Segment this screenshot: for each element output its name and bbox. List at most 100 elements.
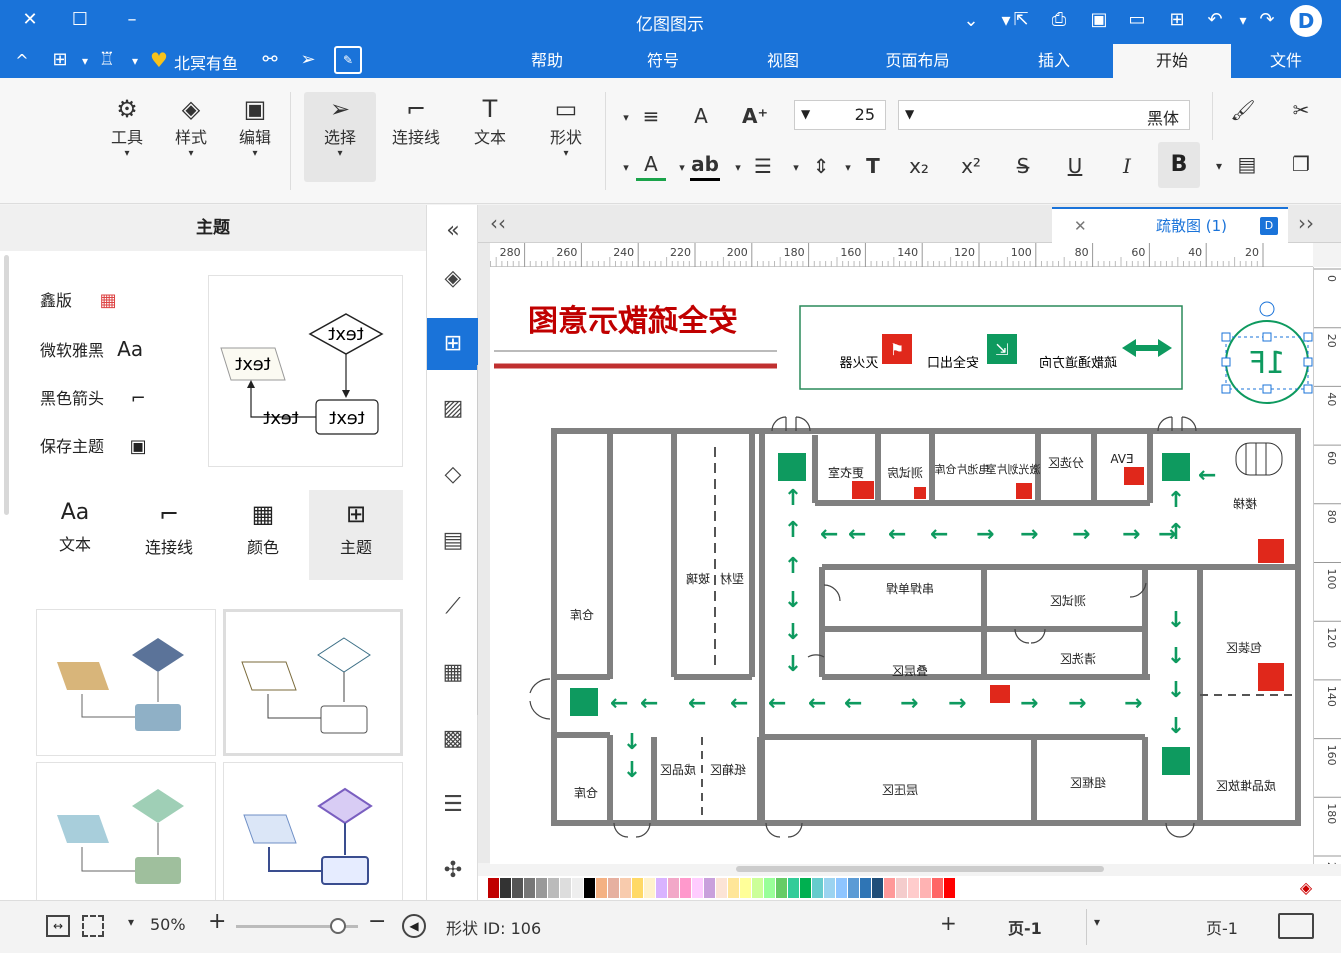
color-swatch[interactable] (728, 878, 739, 898)
color-swatch[interactable] (704, 878, 715, 898)
align-icon[interactable]: ≡ (636, 102, 666, 130)
chevron-down-icon[interactable]: ⌄ (960, 10, 982, 32)
color-swatch[interactable] (620, 878, 631, 898)
close-icon[interactable]: ✕ (1074, 209, 1087, 243)
color-swatch[interactable] (668, 878, 679, 898)
new-file-icon[interactable]: ⊞ (1166, 9, 1188, 31)
page-view-icon[interactable] (1278, 913, 1314, 939)
color-swatch[interactable] (860, 878, 871, 898)
outline-icon[interactable]: ☰ (427, 779, 479, 831)
color-swatch[interactable] (716, 878, 727, 898)
page-dropdown-icon[interactable]: ▾ (1094, 915, 1100, 929)
dropdown-icon[interactable]: ▾ (842, 154, 854, 182)
theme-option-brand[interactable]: 鑫版 ▦ (40, 287, 123, 311)
horizontal-scrollbar[interactable] (736, 866, 1104, 872)
color-swatch[interactable] (488, 878, 499, 898)
align-dropdown-icon[interactable]: ▾ (620, 104, 632, 132)
document-tab[interactable]: ✕ 疏散图 (1) D (1052, 207, 1288, 243)
minimize-icon[interactable]: – (120, 9, 144, 31)
color-swatch[interactable] (644, 878, 655, 898)
menu-tab-page-layout[interactable]: 页面布局 (855, 44, 980, 78)
color-swatch[interactable] (608, 878, 619, 898)
theme-swatch[interactable] (36, 609, 216, 756)
color-swatch[interactable] (788, 878, 799, 898)
color-swatch[interactable] (536, 878, 547, 898)
save-theme-button[interactable]: 保存主题 ▣ (40, 433, 153, 457)
color-swatch[interactable] (752, 878, 763, 898)
collapse-ribbon-icon[interactable]: ^ (12, 50, 32, 72)
color-swatch[interactable] (584, 878, 595, 898)
redo-icon[interactable]: ↷ (1256, 9, 1278, 31)
zoom-out-icon[interactable]: − (368, 909, 386, 934)
font-size-select[interactable]: ▼ 25 (794, 100, 886, 130)
mindmap-icon[interactable]: ✣ (427, 845, 479, 897)
cut-icon[interactable]: ✂ (1286, 96, 1316, 124)
color-swatch[interactable] (500, 878, 511, 898)
export-icon[interactable]: ⇱ (1010, 9, 1032, 31)
color-swatch[interactable] (560, 878, 571, 898)
current-page-tab[interactable]: 页-1 (1008, 915, 1042, 939)
style-button[interactable]: ◈ 样式 ▾ (160, 94, 222, 159)
page-indicator[interactable]: 页-1 (1206, 915, 1238, 939)
fill-icon[interactable]: ◈ (427, 253, 479, 305)
zoom-level[interactable]: 50% (150, 915, 186, 934)
copy-icon[interactable]: ❐ (1286, 150, 1316, 178)
layers-icon[interactable]: ◇ (427, 449, 479, 501)
play-icon[interactable]: ◀ (402, 914, 426, 938)
theme-swatch[interactable] (223, 609, 403, 756)
fill-color-icon[interactable]: ◈ (1296, 878, 1316, 898)
color-swatch[interactable] (824, 878, 835, 898)
zoom-slider-thumb[interactable] (330, 918, 346, 934)
color-swatch[interactable] (632, 878, 643, 898)
text-style-icon[interactable]: T (858, 152, 888, 180)
font-family-select[interactable]: ▼ 黑体 (898, 100, 1190, 130)
line-spacing-icon[interactable]: ⇕ (806, 152, 836, 180)
color-swatch[interactable] (740, 878, 751, 898)
share-icon[interactable]: ⚯ (258, 49, 282, 71)
color-swatch[interactable] (884, 878, 895, 898)
undo-icon[interactable]: ↶ (1204, 9, 1226, 31)
publish-icon[interactable]: ✎ (334, 46, 362, 74)
dropdown-icon[interactable]: ▾ (128, 50, 142, 72)
decrease-font-icon[interactable]: A (686, 102, 716, 130)
dropdown-icon[interactable]: ▾ (620, 154, 632, 182)
tab-connector[interactable]: ⌐ 连接线 (122, 490, 216, 580)
open-folder-icon[interactable]: ▭ (1126, 9, 1148, 31)
font-color-icon[interactable]: A (636, 150, 666, 181)
save-icon[interactable]: ▣ (1088, 9, 1110, 31)
color-swatch[interactable] (920, 878, 931, 898)
tab-color[interactable]: ▦ 颜色 (216, 490, 310, 580)
color-swatch[interactable] (512, 878, 523, 898)
color-swatch[interactable] (812, 878, 823, 898)
puzzle-icon[interactable]: ▩ (427, 713, 479, 765)
collapse-right-icon[interactable]: ›› (1298, 211, 1314, 235)
fit-width-icon[interactable]: ↔ (46, 915, 70, 937)
color-swatch[interactable] (944, 878, 955, 898)
menu-tab-view[interactable]: 视图 (724, 44, 842, 78)
color-swatch[interactable] (548, 878, 559, 898)
zoom-in-icon[interactable]: + (208, 909, 226, 934)
color-swatch[interactable] (680, 878, 691, 898)
color-swatch[interactable] (524, 878, 535, 898)
connector-button[interactable]: ⌐ 连接线 (380, 94, 452, 148)
account-name[interactable]: 北冥有鱼 (174, 50, 238, 74)
maximize-icon[interactable]: ☐ (68, 9, 92, 31)
color-swatch[interactable] (932, 878, 943, 898)
theme-swatch[interactable] (36, 762, 216, 902)
tab-text[interactable]: Aa 文本 (28, 490, 122, 580)
edit-button[interactable]: ▣ 编辑 ▾ (224, 94, 286, 159)
dropdown-icon[interactable]: ▾ (732, 154, 744, 182)
color-swatch[interactable] (872, 878, 883, 898)
superscript-icon[interactable]: x² (956, 152, 986, 180)
tools-button[interactable]: ⚙ 工具 ▾ (96, 94, 158, 159)
bold-button[interactable]: B (1158, 142, 1200, 188)
italic-icon[interactable]: I (1112, 152, 1142, 180)
color-swatch[interactable] (572, 878, 583, 898)
menu-tab-home[interactable]: 开始 (1113, 44, 1231, 78)
add-page-icon[interactable]: + (940, 911, 957, 935)
scrollbar[interactable] (4, 255, 9, 515)
bullets-icon[interactable]: ☰ (748, 152, 778, 180)
chart-icon[interactable]: ⟋ (427, 581, 479, 633)
text-button[interactable]: T 文本 (456, 94, 524, 148)
color-swatch[interactable] (800, 878, 811, 898)
